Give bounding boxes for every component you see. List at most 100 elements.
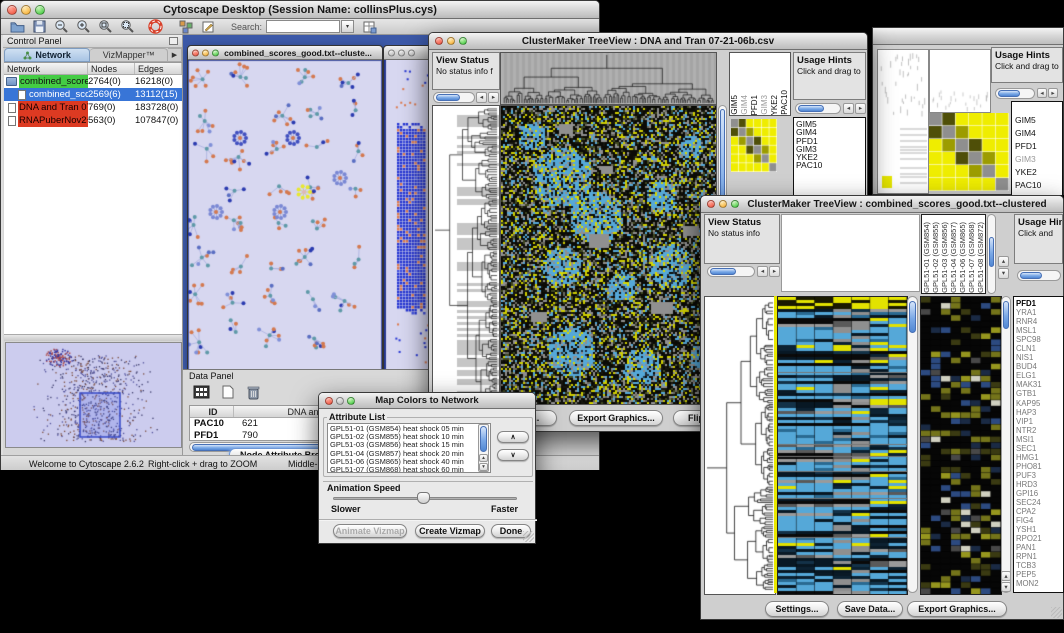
zoom-vscrollbar[interactable] <box>1001 296 1011 593</box>
search-dropdown-arrow[interactable]: ▾ <box>341 20 354 33</box>
scroll-down-icon[interactable]: ▾ <box>479 463 488 471</box>
treeview-combined-title-bar[interactable]: ClusterMaker TreeView : combined_scores_… <box>701 196 1063 213</box>
network-window-1-title-bar[interactable]: combined_scores_good.txt--cluste... <box>188 46 382 60</box>
zoom-matrix-canvas[interactable] <box>929 113 1009 191</box>
row-dendrogram-canvas[interactable] <box>704 296 776 595</box>
scroll-down-icon[interactable]: ▾ <box>998 268 1009 279</box>
close-button[interactable] <box>388 49 395 56</box>
attribute-list[interactable]: GPL51-01 (GSM854) heat shock 05 minGPL51… <box>327 423 491 473</box>
scroll-down-icon[interactable]: ▾ <box>1001 582 1011 592</box>
settings-button[interactable]: Settings... <box>765 601 829 617</box>
close-button[interactable] <box>707 200 715 208</box>
network-view-2-canvas[interactable] <box>384 60 432 369</box>
zoom-fit-icon[interactable] <box>117 18 138 36</box>
minimize-button[interactable] <box>719 200 727 208</box>
treeview-dna-title-bar[interactable]: ClusterMaker TreeView : DNA and Tran 07-… <box>429 33 867 50</box>
gene-label: TCB3 <box>1016 561 1061 570</box>
new-attribute-icon[interactable] <box>217 383 238 401</box>
animate-vizmap-button[interactable]: Animate Vizmap <box>333 524 407 538</box>
zoom-selected-icon[interactable] <box>95 18 116 36</box>
save-data-button[interactable]: Save Data... <box>837 601 903 617</box>
scroll-up-icon[interactable]: ▴ <box>479 454 488 462</box>
fragment-hscrollbar[interactable] <box>995 88 1035 99</box>
column-dendrogram-canvas[interactable] <box>500 52 717 105</box>
scroll-right-icon[interactable]: ▸ <box>488 92 499 103</box>
zoom-heatmap-canvas[interactable] <box>920 296 1002 595</box>
move-down-button[interactable]: ∨ <box>497 449 529 461</box>
resize-grip[interactable] <box>1051 607 1062 618</box>
close-button[interactable] <box>7 5 17 15</box>
network-overview-canvas[interactable] <box>5 342 182 448</box>
scroll-right-icon[interactable]: ▸ <box>855 103 866 114</box>
zoom-button[interactable] <box>35 5 45 15</box>
network-table-row[interactable]: combined_sco 2569(6) 13112(15) <box>4 88 182 101</box>
labels-vscrollbar[interactable] <box>987 214 996 294</box>
zoom-button[interactable] <box>459 37 467 45</box>
save-icon[interactable] <box>29 18 50 36</box>
minimize-button[interactable] <box>336 397 344 405</box>
vizmap-icon[interactable] <box>175 18 196 36</box>
tab-overflow-button[interactable]: ▶ <box>168 48 182 62</box>
attribute-grid-icon[interactable] <box>191 383 212 401</box>
dendro-hscrollbar[interactable] <box>707 266 755 277</box>
close-button[interactable] <box>435 37 443 45</box>
desktop: Cytoscape Desktop (Session Name: collins… <box>0 0 1064 633</box>
treeview-fragment-title-bar[interactable] <box>873 28 1063 45</box>
heatmap-canvas[interactable] <box>500 105 717 405</box>
zoom-button[interactable] <box>408 49 415 56</box>
dendro-hscrollbar[interactable] <box>433 92 475 103</box>
close-button[interactable] <box>325 397 333 405</box>
scroll-left-icon[interactable]: ◂ <box>476 92 487 103</box>
scroll-up-icon[interactable]: ▴ <box>998 256 1009 267</box>
scroll-left-icon[interactable]: ◂ <box>757 266 768 277</box>
scroll-left-icon[interactable]: ◂ <box>843 103 854 114</box>
search-input[interactable] <box>266 20 340 33</box>
resize-grip[interactable] <box>523 531 534 542</box>
export-graphics-button[interactable]: Export Graphics... <box>569 410 663 426</box>
tab-network[interactable]: Network <box>4 48 90 62</box>
network-table-header[interactable]: Network Nodes Edges <box>4 63 182 75</box>
network-window-2-title-bar[interactable] <box>384 46 432 60</box>
gene-label: ELG1 <box>1016 371 1061 380</box>
labels-hscrollbar[interactable] <box>795 103 841 114</box>
main-title-bar[interactable]: Cytoscape Desktop (Session Name: collins… <box>1 1 599 19</box>
network-table-row[interactable]: combined_scores 2764(0) 16218(0) <box>4 75 182 88</box>
open-folder-icon[interactable] <box>7 18 28 36</box>
heatmap-vscrollbar[interactable] <box>907 296 918 593</box>
tab-vizmapper[interactable]: VizMapper™ <box>90 48 168 62</box>
zoom-button[interactable] <box>347 397 355 405</box>
row-dendrogram-canvas[interactable] <box>432 105 500 405</box>
panel-divider[interactable] <box>4 335 182 341</box>
help-ring-icon[interactable] <box>145 18 166 36</box>
minimize-button[interactable] <box>21 5 31 15</box>
create-vizmap-button[interactable]: Create Vizmap <box>415 524 485 538</box>
control-panel-tabs: Network VizMapper™ ▶ <box>4 48 182 63</box>
move-up-button[interactable]: ∧ <box>497 431 529 443</box>
map-dialog-title-bar[interactable]: Map Colors to Network <box>319 393 535 409</box>
annotation-icon[interactable] <box>197 18 218 36</box>
scroll-right-icon[interactable]: ▸ <box>769 266 780 277</box>
zoom-button[interactable] <box>212 49 219 56</box>
minimize-button[interactable] <box>447 37 455 45</box>
close-button[interactable] <box>192 49 199 56</box>
speed-slider-thumb[interactable] <box>417 492 430 504</box>
scroll-left-icon[interactable]: ◂ <box>1037 88 1047 98</box>
network-view-canvas[interactable] <box>188 60 382 369</box>
search-results-icon[interactable] <box>359 18 380 36</box>
scroll-right-icon[interactable]: ▸ <box>1048 88 1058 98</box>
minimize-button[interactable] <box>202 49 209 56</box>
minimize-button[interactable] <box>398 49 405 56</box>
column-label: GPL51-04 (GSM857) <box>949 222 958 293</box>
zoom-out-icon[interactable] <box>51 18 72 36</box>
genes-hscrollbar[interactable] <box>1017 270 1061 281</box>
float-panel-icon[interactable] <box>169 37 178 45</box>
scroll-up-icon[interactable]: ▴ <box>1001 571 1011 581</box>
heatmap-canvas[interactable] <box>777 296 908 595</box>
export-graphics-button[interactable]: Export Graphics... <box>907 601 1007 617</box>
zoom-button[interactable] <box>731 200 739 208</box>
zoom-in-icon[interactable] <box>73 18 94 36</box>
network-table-row[interactable]: DNA and Tran 07 769(0) 183728(0) <box>4 101 182 114</box>
delete-attribute-icon[interactable] <box>243 383 264 401</box>
network-table-row[interactable]: RNAPuberNov2+I 563(0) 107847(0) <box>4 114 182 127</box>
zoom-matrix-canvas[interactable] <box>731 119 777 172</box>
